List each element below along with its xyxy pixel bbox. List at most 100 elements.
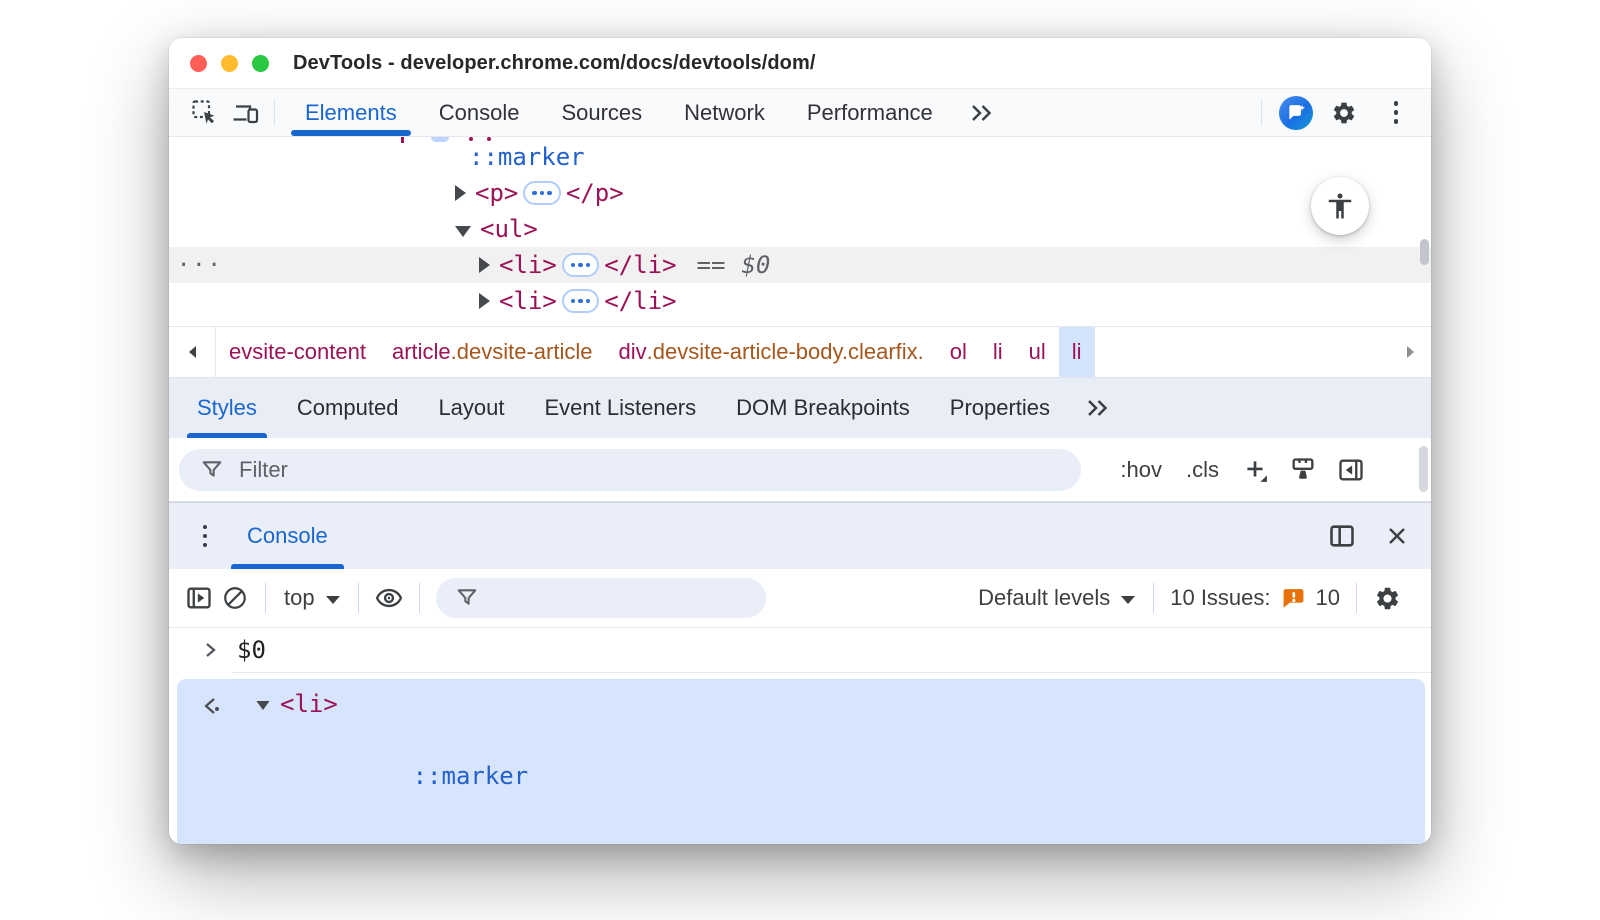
returned-value-icon bbox=[201, 694, 223, 718]
issues-counter[interactable]: 10 Issues: 10 bbox=[1166, 585, 1344, 611]
elements-scrollbar-thumb[interactable] bbox=[1420, 239, 1429, 265]
ellipsis-expand-icon[interactable] bbox=[561, 289, 600, 313]
expand-arrow-icon[interactable] bbox=[479, 293, 490, 309]
row-overflow-dots[interactable]: ... bbox=[177, 247, 223, 272]
drawer-tab-console[interactable]: Console bbox=[231, 503, 344, 569]
clear-console-icon[interactable] bbox=[217, 580, 253, 616]
result-line-text-node[interactable]: "The Left Hand of Darkness" bbox=[177, 830, 1425, 844]
inspect-element-icon[interactable] bbox=[183, 94, 225, 132]
drawer-header: Console bbox=[169, 502, 1431, 569]
tab-dom-breakpoints[interactable]: DOM Breakpoints bbox=[716, 378, 930, 438]
toolbar-right-actions bbox=[1254, 94, 1417, 132]
devtools-window: DevTools - developer.chrome.com/docs/dev… bbox=[169, 38, 1431, 844]
breadcrumb-item[interactable]: article .devsite-article bbox=[379, 327, 606, 377]
window-title: DevTools - developer.chrome.com/docs/dev… bbox=[293, 51, 816, 74]
toolbar-divider bbox=[1261, 99, 1262, 126]
breadcrumb-item[interactable]: div .devsite-article-body.clearfix. bbox=[606, 327, 937, 377]
zoom-window-button[interactable] bbox=[252, 54, 269, 72]
styles-toolbar-actions: :hov .cls bbox=[1114, 452, 1421, 488]
tab-network[interactable]: Network bbox=[663, 89, 786, 136]
toolbar-divider bbox=[265, 583, 266, 613]
ai-assistance-icon[interactable] bbox=[1279, 95, 1313, 130]
log-levels-dropdown[interactable]: Default levels bbox=[972, 585, 1141, 611]
chevron-down-icon bbox=[325, 595, 340, 604]
breadcrumb-item[interactable]: evsite-content bbox=[216, 327, 379, 377]
minimize-window-button[interactable] bbox=[221, 54, 238, 72]
close-drawer-icon[interactable] bbox=[1385, 524, 1409, 548]
styles-scrollbar-thumb[interactable] bbox=[1419, 446, 1428, 492]
new-style-rule-plus-icon[interactable] bbox=[1237, 452, 1273, 488]
result-line-marker-pseudo[interactable]: ::marker bbox=[177, 722, 1425, 830]
styles-filter-bar: :hov .cls bbox=[169, 438, 1431, 502]
tree-row-marker-pseudo[interactable]: ::marker bbox=[169, 139, 1431, 175]
tab-event-listeners[interactable]: Event Listeners bbox=[525, 378, 717, 438]
console-output: $0 <li> ::marker "The Left Hand of Darkn… bbox=[169, 628, 1431, 844]
expand-arrow-icon[interactable] bbox=[455, 185, 466, 201]
title-bar: DevTools - developer.chrome.com/docs/dev… bbox=[169, 38, 1431, 89]
ellipsis-expand-icon[interactable] bbox=[561, 253, 600, 277]
breadcrumb-scroll-right-button[interactable] bbox=[1391, 327, 1431, 377]
tree-row-li-selected[interactable]: ... <li> </li> == $0 bbox=[169, 247, 1431, 283]
tab-elements[interactable]: Elements bbox=[284, 89, 418, 136]
console-command-row[interactable]: $0 bbox=[169, 628, 1431, 672]
issue-warning-badge-icon bbox=[1281, 586, 1306, 611]
show-sidebar-panel-icon[interactable] bbox=[1333, 452, 1369, 488]
rendering-emulation-brush-icon[interactable] bbox=[1285, 452, 1321, 488]
toggle-hover-state-button[interactable]: :hov bbox=[1114, 457, 1168, 483]
javascript-context-dropdown[interactable]: top bbox=[278, 585, 346, 611]
toolbar-divider bbox=[1356, 583, 1357, 613]
more-options-kebab-icon[interactable] bbox=[1375, 94, 1417, 132]
tab-performance[interactable]: Performance bbox=[786, 89, 954, 136]
console-result-block[interactable]: <li> ::marker "The Left Hand of Darkness… bbox=[177, 679, 1425, 844]
more-panels-icon[interactable] bbox=[954, 102, 1008, 124]
toggle-element-classes-button[interactable]: .cls bbox=[1180, 457, 1225, 483]
toolbar-divider bbox=[418, 583, 420, 613]
breadcrumb-scroll-left-button[interactable] bbox=[169, 327, 216, 377]
tab-console[interactable]: Console bbox=[418, 89, 541, 136]
more-sidebar-tabs-icon[interactable] bbox=[1070, 378, 1124, 438]
breadcrumb-item[interactable]: ol bbox=[937, 327, 980, 377]
console-command-text: $0 bbox=[237, 636, 266, 664]
chevron-down-icon bbox=[1121, 595, 1136, 604]
console-filter-field[interactable] bbox=[435, 578, 766, 618]
show-console-sidebar-icon[interactable] bbox=[181, 580, 217, 616]
dollar-zero-reference: $0 bbox=[741, 251, 771, 279]
tab-styles[interactable]: Styles bbox=[177, 378, 277, 438]
breadcrumb: evsite-content article .devsite-article d… bbox=[169, 326, 1431, 377]
ellipsis-expand-icon[interactable] bbox=[523, 181, 561, 205]
breadcrumb-item-selected[interactable]: li bbox=[1058, 327, 1095, 377]
console-settings-gear-icon[interactable] bbox=[1369, 580, 1405, 616]
expand-arrow-icon[interactable] bbox=[479, 257, 490, 273]
tab-computed[interactable]: Computed bbox=[277, 378, 419, 438]
tab-properties[interactable]: Properties bbox=[930, 378, 1070, 438]
tree-row-ul[interactable]: <ul> bbox=[169, 211, 1431, 247]
create-live-expression-eye-icon[interactable] bbox=[371, 580, 407, 616]
accessibility-overlay-button[interactable] bbox=[1311, 177, 1369, 235]
close-window-button[interactable] bbox=[190, 54, 207, 72]
collapse-arrow-icon[interactable] bbox=[455, 225, 471, 237]
settings-gear-icon[interactable] bbox=[1323, 94, 1365, 132]
device-toolbar-icon[interactable] bbox=[225, 94, 267, 132]
collapse-arrow-icon[interactable] bbox=[256, 700, 270, 710]
tree-row-p[interactable]: <p> </p> bbox=[169, 175, 1431, 211]
drawer-actions bbox=[1327, 522, 1409, 550]
result-line-li-open[interactable]: <li> bbox=[177, 686, 1425, 722]
breadcrumb-item[interactable]: ul bbox=[1016, 327, 1059, 377]
tab-layout[interactable]: Layout bbox=[418, 378, 524, 438]
styles-filter-field[interactable] bbox=[179, 448, 1081, 491]
tab-sources[interactable]: Sources bbox=[540, 89, 663, 136]
drawer-menu-kebab-icon[interactable] bbox=[191, 524, 219, 548]
filter-funnel-icon bbox=[456, 587, 478, 609]
console-filter-input[interactable] bbox=[489, 584, 724, 612]
split-panel-icon[interactable] bbox=[1327, 522, 1357, 550]
console-row-divider bbox=[231, 672, 1431, 673]
console-toolbar: top Default levels 10 Issues: 10 bbox=[169, 569, 1431, 628]
breadcrumb-item[interactable]: li bbox=[980, 327, 1016, 377]
filter-funnel-icon bbox=[201, 459, 223, 481]
styles-filter-input[interactable] bbox=[237, 455, 529, 484]
page: { "colors": { "accent_blue": "#1a66d0", … bbox=[0, 0, 1600, 920]
toolbar-divider bbox=[1153, 583, 1155, 613]
sidebar-tab-bar: Styles Computed Layout Event Listeners D… bbox=[169, 377, 1431, 438]
tree-row-li[interactable]: <li> </li> bbox=[169, 283, 1431, 319]
panel-tabs: Elements Console Sources Network Perform… bbox=[284, 89, 954, 136]
